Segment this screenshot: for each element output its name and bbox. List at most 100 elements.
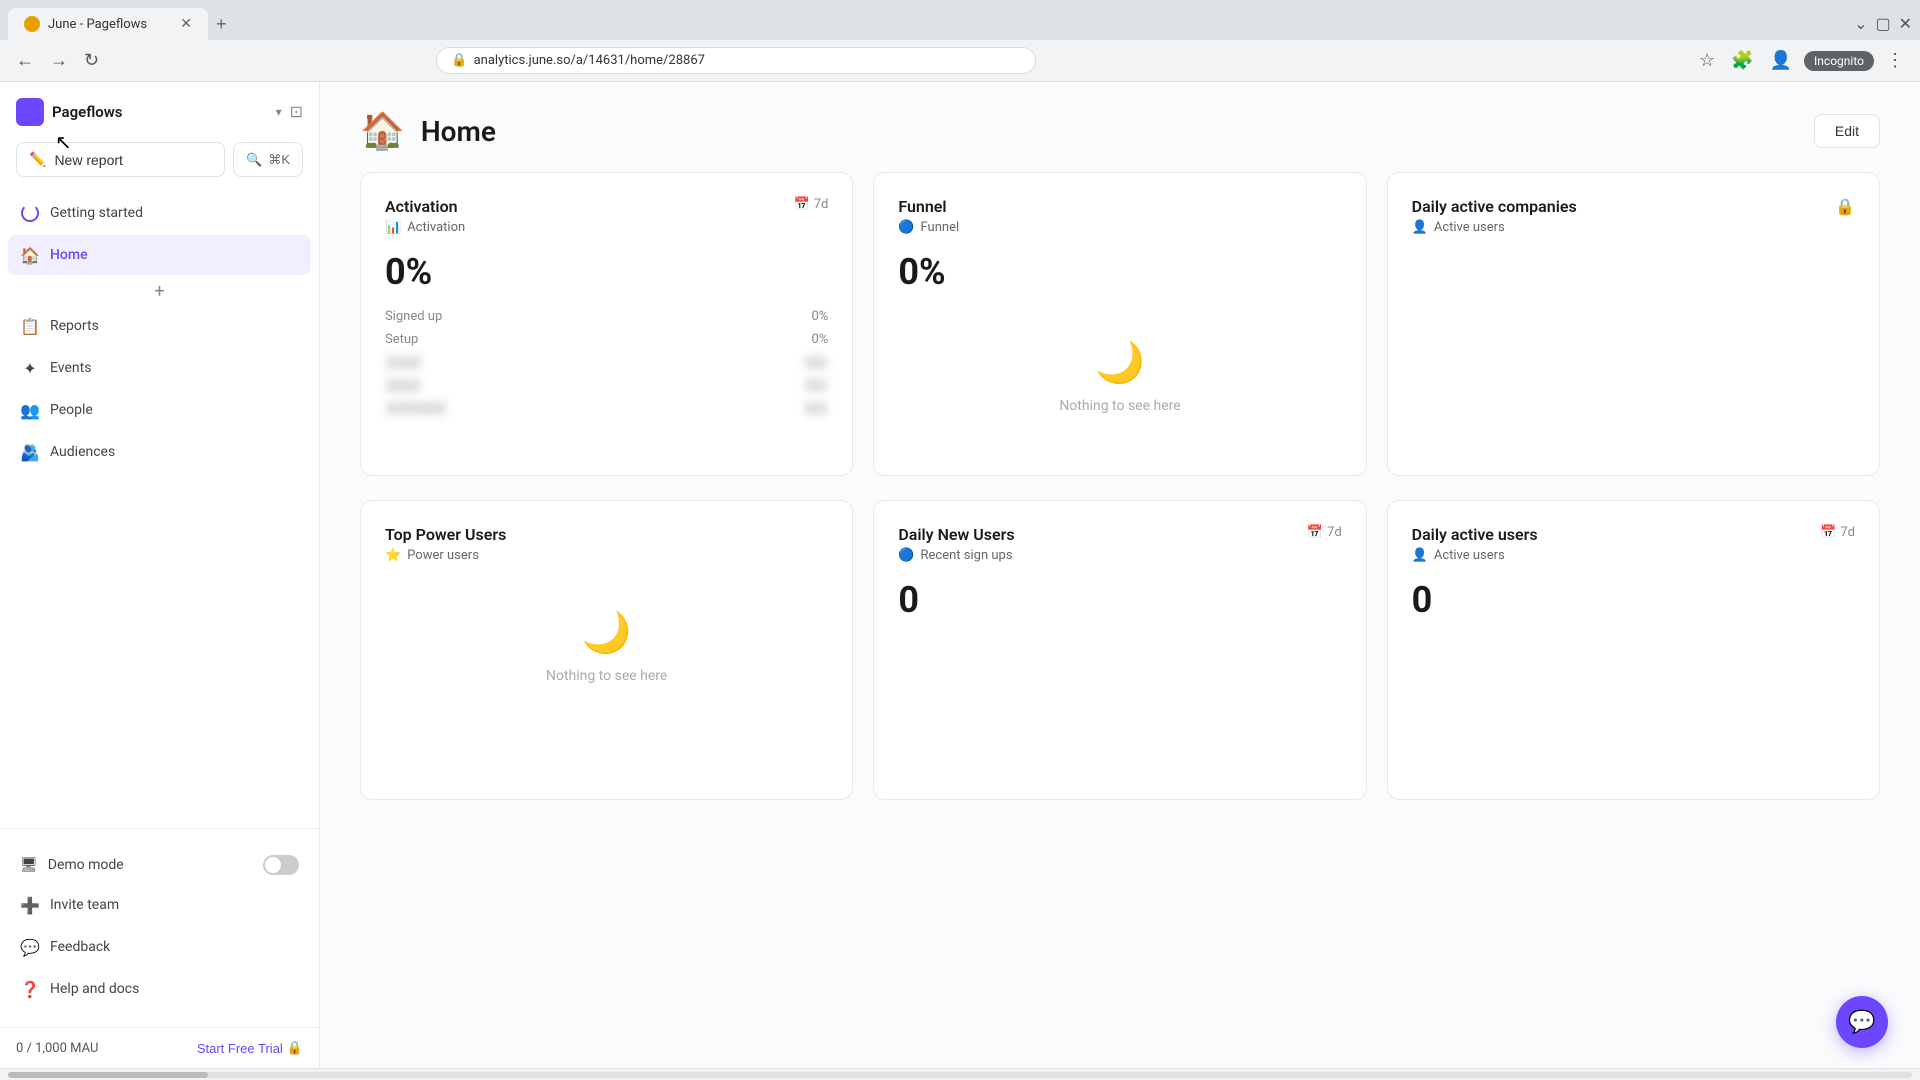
daily-active-companies-card: Daily active companies 🔒 👤 Active users bbox=[1387, 172, 1880, 476]
sidebar-item-audiences[interactable]: 🫂 Audiences bbox=[8, 432, 311, 472]
tpu-empty-state: 🌙 Nothing to see here bbox=[385, 579, 828, 714]
edit-button[interactable]: Edit bbox=[1814, 114, 1880, 148]
sidebar-item-people[interactable]: 👥 People bbox=[8, 390, 311, 430]
top-power-users-card: Top Power Users ⭐ Power users 🌙 Nothing … bbox=[360, 500, 853, 800]
bottom-scrollbar[interactable] bbox=[0, 1068, 1920, 1080]
app-layout: Pageflows ▾ ⊡ ✏️ New report 🔍 ⌘K Getting… bbox=[0, 82, 1920, 1068]
funnel-subtitle-emoji: 🔵 bbox=[898, 220, 914, 235]
start-trial-button[interactable]: Start Free Trial 🔒 bbox=[197, 1040, 303, 1056]
activation-card-period: 📅 7d bbox=[794, 197, 829, 212]
tab-maxrestore-button[interactable]: ▢ bbox=[1875, 14, 1890, 34]
dnu-card-title: Daily New Users bbox=[898, 525, 1014, 544]
bookmark-button[interactable]: ☆ bbox=[1695, 46, 1719, 75]
home-label: Home bbox=[50, 247, 88, 263]
forward-button[interactable]: → bbox=[46, 46, 72, 75]
dac-empty-content bbox=[1412, 251, 1855, 451]
dnu-card-period: 📅 7d bbox=[1307, 525, 1342, 540]
scrollbar-thumb[interactable] bbox=[8, 1072, 208, 1078]
feedback-label: Feedback bbox=[50, 939, 110, 955]
activation-subtitle-text: Activation bbox=[407, 220, 465, 235]
row-activated-value: 0% bbox=[804, 401, 829, 416]
demo-mode-icon: 🖥 bbox=[20, 857, 38, 873]
back-button[interactable]: ← bbox=[12, 46, 38, 75]
dau-card-period: 📅 7d bbox=[1820, 525, 1855, 540]
audiences-label: Audiences bbox=[50, 444, 115, 460]
funnel-card-subtitle: 🔵 Funnel bbox=[898, 220, 1341, 235]
funnel-empty-icon: 🌙 bbox=[1095, 339, 1145, 386]
main-header: 🏠 Home Edit bbox=[320, 82, 1920, 172]
funnel-empty-text: Nothing to see here bbox=[1059, 398, 1180, 414]
search-shortcut: ⌘K bbox=[268, 152, 290, 168]
funnel-empty-state: 🌙 Nothing to see here bbox=[898, 309, 1341, 444]
invite-team-label: Invite team bbox=[50, 897, 119, 913]
funnel-subtitle-text: Funnel bbox=[921, 220, 960, 235]
dau-card-title: Daily active users bbox=[1412, 525, 1538, 544]
help-icon: ❓ bbox=[20, 979, 40, 999]
tpu-subtitle-text: Power users bbox=[407, 548, 479, 563]
extensions-button[interactable]: 🧩 bbox=[1727, 46, 1757, 75]
tpu-empty-text: Nothing to see here bbox=[546, 668, 667, 684]
activation-subtitle-emoji: 📊 bbox=[385, 220, 401, 235]
tab-bar: June - Pageflows ✕ + ⌄ ▢ ✕ bbox=[0, 0, 1920, 40]
start-trial-label: Start Free Trial bbox=[197, 1041, 283, 1056]
main-content: 🏠 Home Edit Activation 📅 7d 📊 Activation bbox=[320, 82, 1920, 1068]
sidebar-item-reports[interactable]: 📋 Reports bbox=[8, 306, 311, 346]
dnu-card-subtitle: 🔵 Recent sign ups bbox=[898, 548, 1341, 563]
search-button[interactable]: 🔍 ⌘K bbox=[233, 142, 303, 177]
url-text: analytics.june.so/a/14631/home/28867 bbox=[474, 53, 1022, 68]
tpu-card-subtitle: ⭐ Power users bbox=[385, 548, 828, 563]
tab-title: June - Pageflows bbox=[48, 17, 147, 32]
new-report-icon: ✏️ bbox=[29, 151, 46, 168]
active-tab[interactable]: June - Pageflows ✕ bbox=[8, 8, 208, 40]
sidebar-nav: Getting started 🏠 Home + 📋 Reports ✦ Eve… bbox=[0, 189, 319, 820]
mau-bar: 0 / 1,000 MAU Start Free Trial 🔒 bbox=[0, 1027, 319, 1068]
tab-favicon bbox=[24, 16, 40, 32]
reports-icon: 📋 bbox=[20, 316, 40, 336]
chat-fab-button[interactable]: 💬 bbox=[1836, 996, 1888, 1048]
row-signed-up: Signed up 0% bbox=[385, 309, 828, 324]
tpu-subtitle-emoji: ⭐ bbox=[385, 548, 401, 563]
demo-mode-toggle[interactable] bbox=[263, 855, 299, 875]
address-bar-right: ☆ 🧩 👤 Incognito ⋮ bbox=[1695, 46, 1908, 75]
row-signed-up-value: 0% bbox=[812, 309, 829, 324]
sidebar-item-help[interactable]: ❓ Help and docs bbox=[8, 969, 311, 1009]
sidebar-item-home[interactable]: 🏠 Home bbox=[8, 235, 311, 275]
dac-subtitle-emoji: 👤 bbox=[1412, 220, 1428, 235]
tpu-empty-icon: 🌙 bbox=[582, 609, 632, 656]
getting-started-label: Getting started bbox=[50, 205, 143, 221]
new-tab-button[interactable]: + bbox=[208, 10, 235, 39]
sidebar-item-invite-team[interactable]: ➕ Invite team bbox=[8, 885, 311, 925]
tab-close-button[interactable]: ✕ bbox=[180, 16, 192, 32]
dac-card-subtitle: 👤 Active users bbox=[1412, 220, 1855, 235]
workspace-logo bbox=[16, 98, 44, 126]
tab-window-close-button[interactable]: ✕ bbox=[1899, 14, 1912, 34]
events-label: Events bbox=[50, 360, 91, 376]
events-icon: ✦ bbox=[20, 358, 40, 378]
page-home-icon: 🏠 bbox=[360, 110, 405, 152]
tpu-card-title: Top Power Users bbox=[385, 525, 506, 544]
profile-button[interactable]: 👤 bbox=[1766, 46, 1796, 75]
mau-text: 0 / 1,000 MAU bbox=[16, 1041, 98, 1056]
refresh-button[interactable]: ↻ bbox=[80, 46, 103, 75]
sidebar-item-events[interactable]: ✦ Events bbox=[8, 348, 311, 388]
sidebar-item-getting-started[interactable]: Getting started bbox=[8, 193, 311, 233]
dac-card-title: Daily active companies bbox=[1412, 197, 1577, 216]
sidebar: Pageflows ▾ ⊡ ✏️ New report 🔍 ⌘K Getting… bbox=[0, 82, 320, 1068]
row-ideal: Ideal 0% bbox=[385, 378, 828, 393]
row-ideal-label: Ideal bbox=[385, 378, 421, 393]
url-bar[interactable]: 🔒 analytics.june.so/a/14631/home/28867 bbox=[436, 47, 1036, 74]
sidebar-collapse-button[interactable]: ⊡ bbox=[290, 102, 303, 122]
row-used-value: 0% bbox=[804, 355, 829, 370]
people-label: People bbox=[50, 402, 93, 418]
tab-minimize-button[interactable]: ⌄ bbox=[1854, 14, 1867, 34]
sidebar-item-feedback[interactable]: 💬 Feedback bbox=[8, 927, 311, 967]
daily-new-users-card: Daily New Users 📅 7d 🔵 Recent sign ups 0 bbox=[873, 500, 1366, 800]
sidebar-item-demo-mode: 🖥 Demo mode bbox=[8, 845, 311, 885]
menu-button[interactable]: ⋮ bbox=[1882, 46, 1908, 75]
new-report-button[interactable]: ✏️ New report bbox=[16, 142, 225, 177]
sidebar-actions: ✏️ New report 🔍 ⌘K bbox=[0, 134, 319, 189]
dnu-calendar-icon: 📅 bbox=[1307, 525, 1323, 540]
add-section-button[interactable]: + bbox=[8, 277, 311, 306]
dau-card-header: Daily active users 📅 7d bbox=[1412, 525, 1855, 544]
people-icon: 👥 bbox=[20, 400, 40, 420]
